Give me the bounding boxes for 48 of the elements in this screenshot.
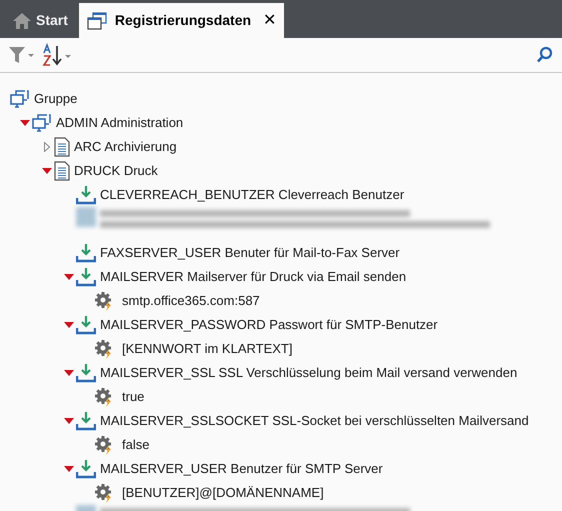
collapse-triangle-icon[interactable] xyxy=(64,466,74,472)
gear-bolt-icon xyxy=(94,339,114,359)
gear-bolt-icon xyxy=(94,435,114,455)
gear-bolt-icon xyxy=(94,483,114,503)
tab[interactable]: Registrierungsdaten ✕ xyxy=(78,3,284,38)
tree-item-label[interactable]: ARC Archivierung xyxy=(74,137,177,157)
download-tray-icon xyxy=(76,267,96,287)
monitors-icon xyxy=(10,90,30,108)
home-icon xyxy=(12,12,32,30)
value-label[interactable]: true xyxy=(122,387,144,407)
download-tray-icon xyxy=(76,363,96,383)
collapse-triangle-icon[interactable] xyxy=(42,168,52,174)
tree-item-label[interactable]: MAILSERVER_PASSWORD Passwort für SMTP-Benutzer xyxy=(100,315,438,335)
windows-icon xyxy=(86,12,107,30)
collapse-triangle-icon[interactable] xyxy=(20,120,30,126)
tree-item-label[interactable]: DRUCK Druck xyxy=(74,161,158,181)
document-icon xyxy=(54,137,70,157)
collapse-triangle-icon[interactable] xyxy=(64,274,74,280)
tab[interactable]: Start xyxy=(4,3,76,38)
download-tray-icon xyxy=(76,411,96,431)
tree-item-label[interactable]: MAILSERVER_SSL SSL Verschlüsselung beim Mail versand verwenden xyxy=(100,363,518,383)
document-icon xyxy=(54,161,70,181)
tree-item-label[interactable]: MAILSERVER Mailserver für Druck via Email senden xyxy=(100,267,406,287)
collapse-triangle-icon[interactable] xyxy=(64,418,74,424)
collapse-triangle-icon[interactable] xyxy=(64,370,74,376)
monitors-icon xyxy=(32,114,52,132)
sort-az-icon[interactable] xyxy=(42,43,74,67)
download-tray-icon xyxy=(76,315,96,335)
collapse-triangle-icon[interactable] xyxy=(64,322,74,328)
value-label[interactable]: [KENNWORT im KLARTEXT] xyxy=(122,339,292,359)
tree-item-label[interactable]: FAXSERVER_USER Benuter für Mail-to-Fax Server xyxy=(100,243,400,263)
download-tray-icon xyxy=(76,185,96,205)
close-button[interactable]: ✕ xyxy=(263,8,276,32)
download-tray-icon xyxy=(76,459,96,479)
value-label[interactable]: smtp.office365.com:587 xyxy=(122,291,260,311)
tree-item-label[interactable]: CLEVERREACH_BENUTZER Cleverreach Benutzer xyxy=(100,185,404,205)
gear-bolt-icon xyxy=(94,291,114,311)
gear-bolt-icon xyxy=(94,387,114,407)
search-icon[interactable] xyxy=(536,46,554,64)
tree-item-label[interactable]: MAILSERVER_USER Benutzer für SMTP Server xyxy=(100,459,383,479)
tree-item-label[interactable]: ADMIN Administration xyxy=(56,113,184,133)
value-label[interactable]: false xyxy=(122,435,150,455)
filter-icon[interactable] xyxy=(8,45,34,65)
value-label[interactable]: [BENUTZER]@[DOMÄNENNAME] xyxy=(122,483,324,503)
expand-triangle-icon[interactable] xyxy=(44,142,50,152)
tree-item-label[interactable]: Gruppe xyxy=(34,89,78,109)
tree-item-label[interactable]: MAILSERVER_SSLSOCKET SSL-Socket bei verschlüsselten Mailversand xyxy=(100,411,529,431)
download-tray-icon xyxy=(76,243,96,263)
